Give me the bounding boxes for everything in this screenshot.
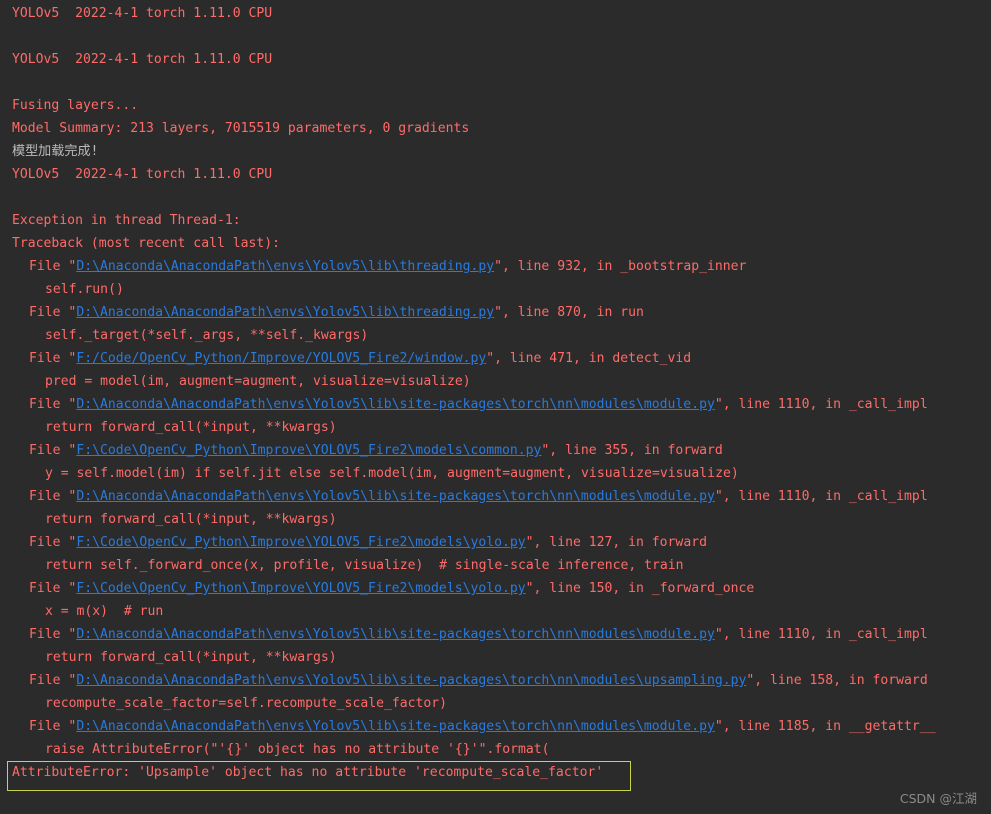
file-path-link[interactable]: F:\Code\OpenCv_Python\Improve\YOLOV5_Fir… xyxy=(76,443,541,458)
file-prefix: File " xyxy=(29,443,77,458)
file-suffix: ", line 150, in _forward_once xyxy=(525,581,755,596)
file-suffix: ", line 1110, in _call_impl xyxy=(714,397,928,412)
watermark: CSDN @江湖 xyxy=(899,791,977,806)
traceback-file-line: File "D:\Anaconda\AnacondaPath\envs\Yolo… xyxy=(29,717,936,737)
traceback-code-line: return forward_call(*input, **kwargs) xyxy=(45,420,337,435)
traceback-code-line: y = self.model(im) if self.jit else self… xyxy=(45,466,739,481)
traceback-file-line: File "F:\Code\OpenCv_Python\Improve\YOLO… xyxy=(29,441,723,461)
console-line: Model Summary: 213 layers, 7015519 param… xyxy=(12,121,470,136)
file-prefix: File " xyxy=(29,305,77,320)
console-line: Exception in thread Thread-1: xyxy=(12,213,241,228)
traceback-file-line: File "D:\Anaconda\AnacondaPath\envs\Yolo… xyxy=(29,671,928,691)
file-path-link[interactable]: D:\Anaconda\AnacondaPath\envs\Yolov5\lib… xyxy=(76,489,715,504)
file-path-link[interactable]: D:\Anaconda\AnacondaPath\envs\Yolov5\lib… xyxy=(76,673,746,688)
file-prefix: File " xyxy=(29,489,77,504)
traceback-file-line: File "F:\Code\OpenCv_Python\Improve\YOLO… xyxy=(29,533,707,553)
file-prefix: File " xyxy=(29,535,77,550)
traceback-file-line: File "D:\Anaconda\AnacondaPath\envs\Yolo… xyxy=(29,303,644,323)
traceback-code-line: pred = model(im, augment=augment, visual… xyxy=(45,374,471,389)
traceback-code-line: self.run() xyxy=(45,282,124,297)
file-suffix: ", line 870, in run xyxy=(494,305,644,320)
file-suffix: ", line 158, in forward xyxy=(746,673,928,688)
file-suffix: ", line 1110, in _call_impl xyxy=(714,627,928,642)
traceback-file-line: File "D:\Anaconda\AnacondaPath\envs\Yolo… xyxy=(29,257,746,277)
traceback-file-line: File "F:\Code\OpenCv_Python\Improve\YOLO… xyxy=(29,579,754,599)
console-line: YOLOv5 2022-4-1 torch 1.11.0 CPU xyxy=(12,167,273,182)
console-line: YOLOv5 2022-4-1 torch 1.11.0 CPU xyxy=(12,52,273,67)
traceback-code-line: return forward_call(*input, **kwargs) xyxy=(45,512,337,527)
file-path-link[interactable]: D:\Anaconda\AnacondaPath\envs\Yolov5\lib… xyxy=(76,397,715,412)
file-suffix: ", line 355, in forward xyxy=(541,443,723,458)
file-path-link[interactable]: D:\Anaconda\AnacondaPath\envs\Yolov5\lib… xyxy=(76,259,494,274)
file-suffix: ", line 127, in forward xyxy=(525,535,707,550)
file-prefix: File " xyxy=(29,581,77,596)
console-line: YOLOv5 2022-4-1 torch 1.11.0 CPU xyxy=(12,6,273,21)
file-path-link[interactable]: D:\Anaconda\AnacondaPath\envs\Yolov5\lib… xyxy=(76,719,715,734)
file-suffix: ", line 1110, in _call_impl xyxy=(714,489,928,504)
traceback-code-line: return self._forward_once(x, profile, vi… xyxy=(45,558,684,573)
file-path-link[interactable]: F:\Code\OpenCv_Python\Improve\YOLOV5_Fir… xyxy=(76,535,525,550)
traceback-code-line: return forward_call(*input, **kwargs) xyxy=(45,650,337,665)
console-line: Traceback (most recent call last): xyxy=(12,236,281,251)
error-message: AttributeError: 'Upsample' object has no… xyxy=(12,765,604,780)
console-line: Fusing layers... xyxy=(12,98,139,113)
traceback-file-line: File "D:\Anaconda\AnacondaPath\envs\Yolo… xyxy=(29,625,928,645)
file-suffix: ", line 471, in detect_vid xyxy=(486,351,692,366)
file-suffix: ", line 932, in _bootstrap_inner xyxy=(494,259,747,274)
file-prefix: File " xyxy=(29,627,77,642)
file-prefix: File " xyxy=(29,259,77,274)
file-path-link[interactable]: F:\Code\OpenCv_Python\Improve\YOLOV5_Fir… xyxy=(76,581,525,596)
file-path-link[interactable]: D:\Anaconda\AnacondaPath\envs\Yolov5\lib… xyxy=(76,627,715,642)
traceback-code-line: x = m(x) # run xyxy=(45,604,164,619)
file-path-link[interactable]: F:/Code/OpenCv_Python/Improve/YOLOV5_Fir… xyxy=(76,351,486,366)
traceback-code-line: raise AttributeError("'{}' object has no… xyxy=(45,742,550,757)
file-prefix: File " xyxy=(29,351,77,366)
file-prefix: File " xyxy=(29,719,77,734)
file-suffix: ", line 1185, in __getattr__ xyxy=(714,719,936,734)
traceback-file-line: File "D:\Anaconda\AnacondaPath\envs\Yolo… xyxy=(29,395,928,415)
traceback-code-line: recompute_scale_factor=self.recompute_sc… xyxy=(45,696,448,711)
traceback-file-line: File "F:/Code/OpenCv_Python/Improve/YOLO… xyxy=(29,349,691,369)
file-path-link[interactable]: D:\Anaconda\AnacondaPath\envs\Yolov5\lib… xyxy=(76,305,494,320)
file-prefix: File " xyxy=(29,673,77,688)
traceback-code-line: self._target(*self._args, **self._kwargs… xyxy=(45,328,369,343)
traceback-file-line: File "D:\Anaconda\AnacondaPath\envs\Yolo… xyxy=(29,487,928,507)
console-line: 模型加载完成! xyxy=(12,144,99,159)
console-output[interactable]: YOLOv5 2022-4-1 torch 1.11.0 CPU YOLOv5 … xyxy=(0,0,991,814)
file-prefix: File " xyxy=(29,397,77,412)
